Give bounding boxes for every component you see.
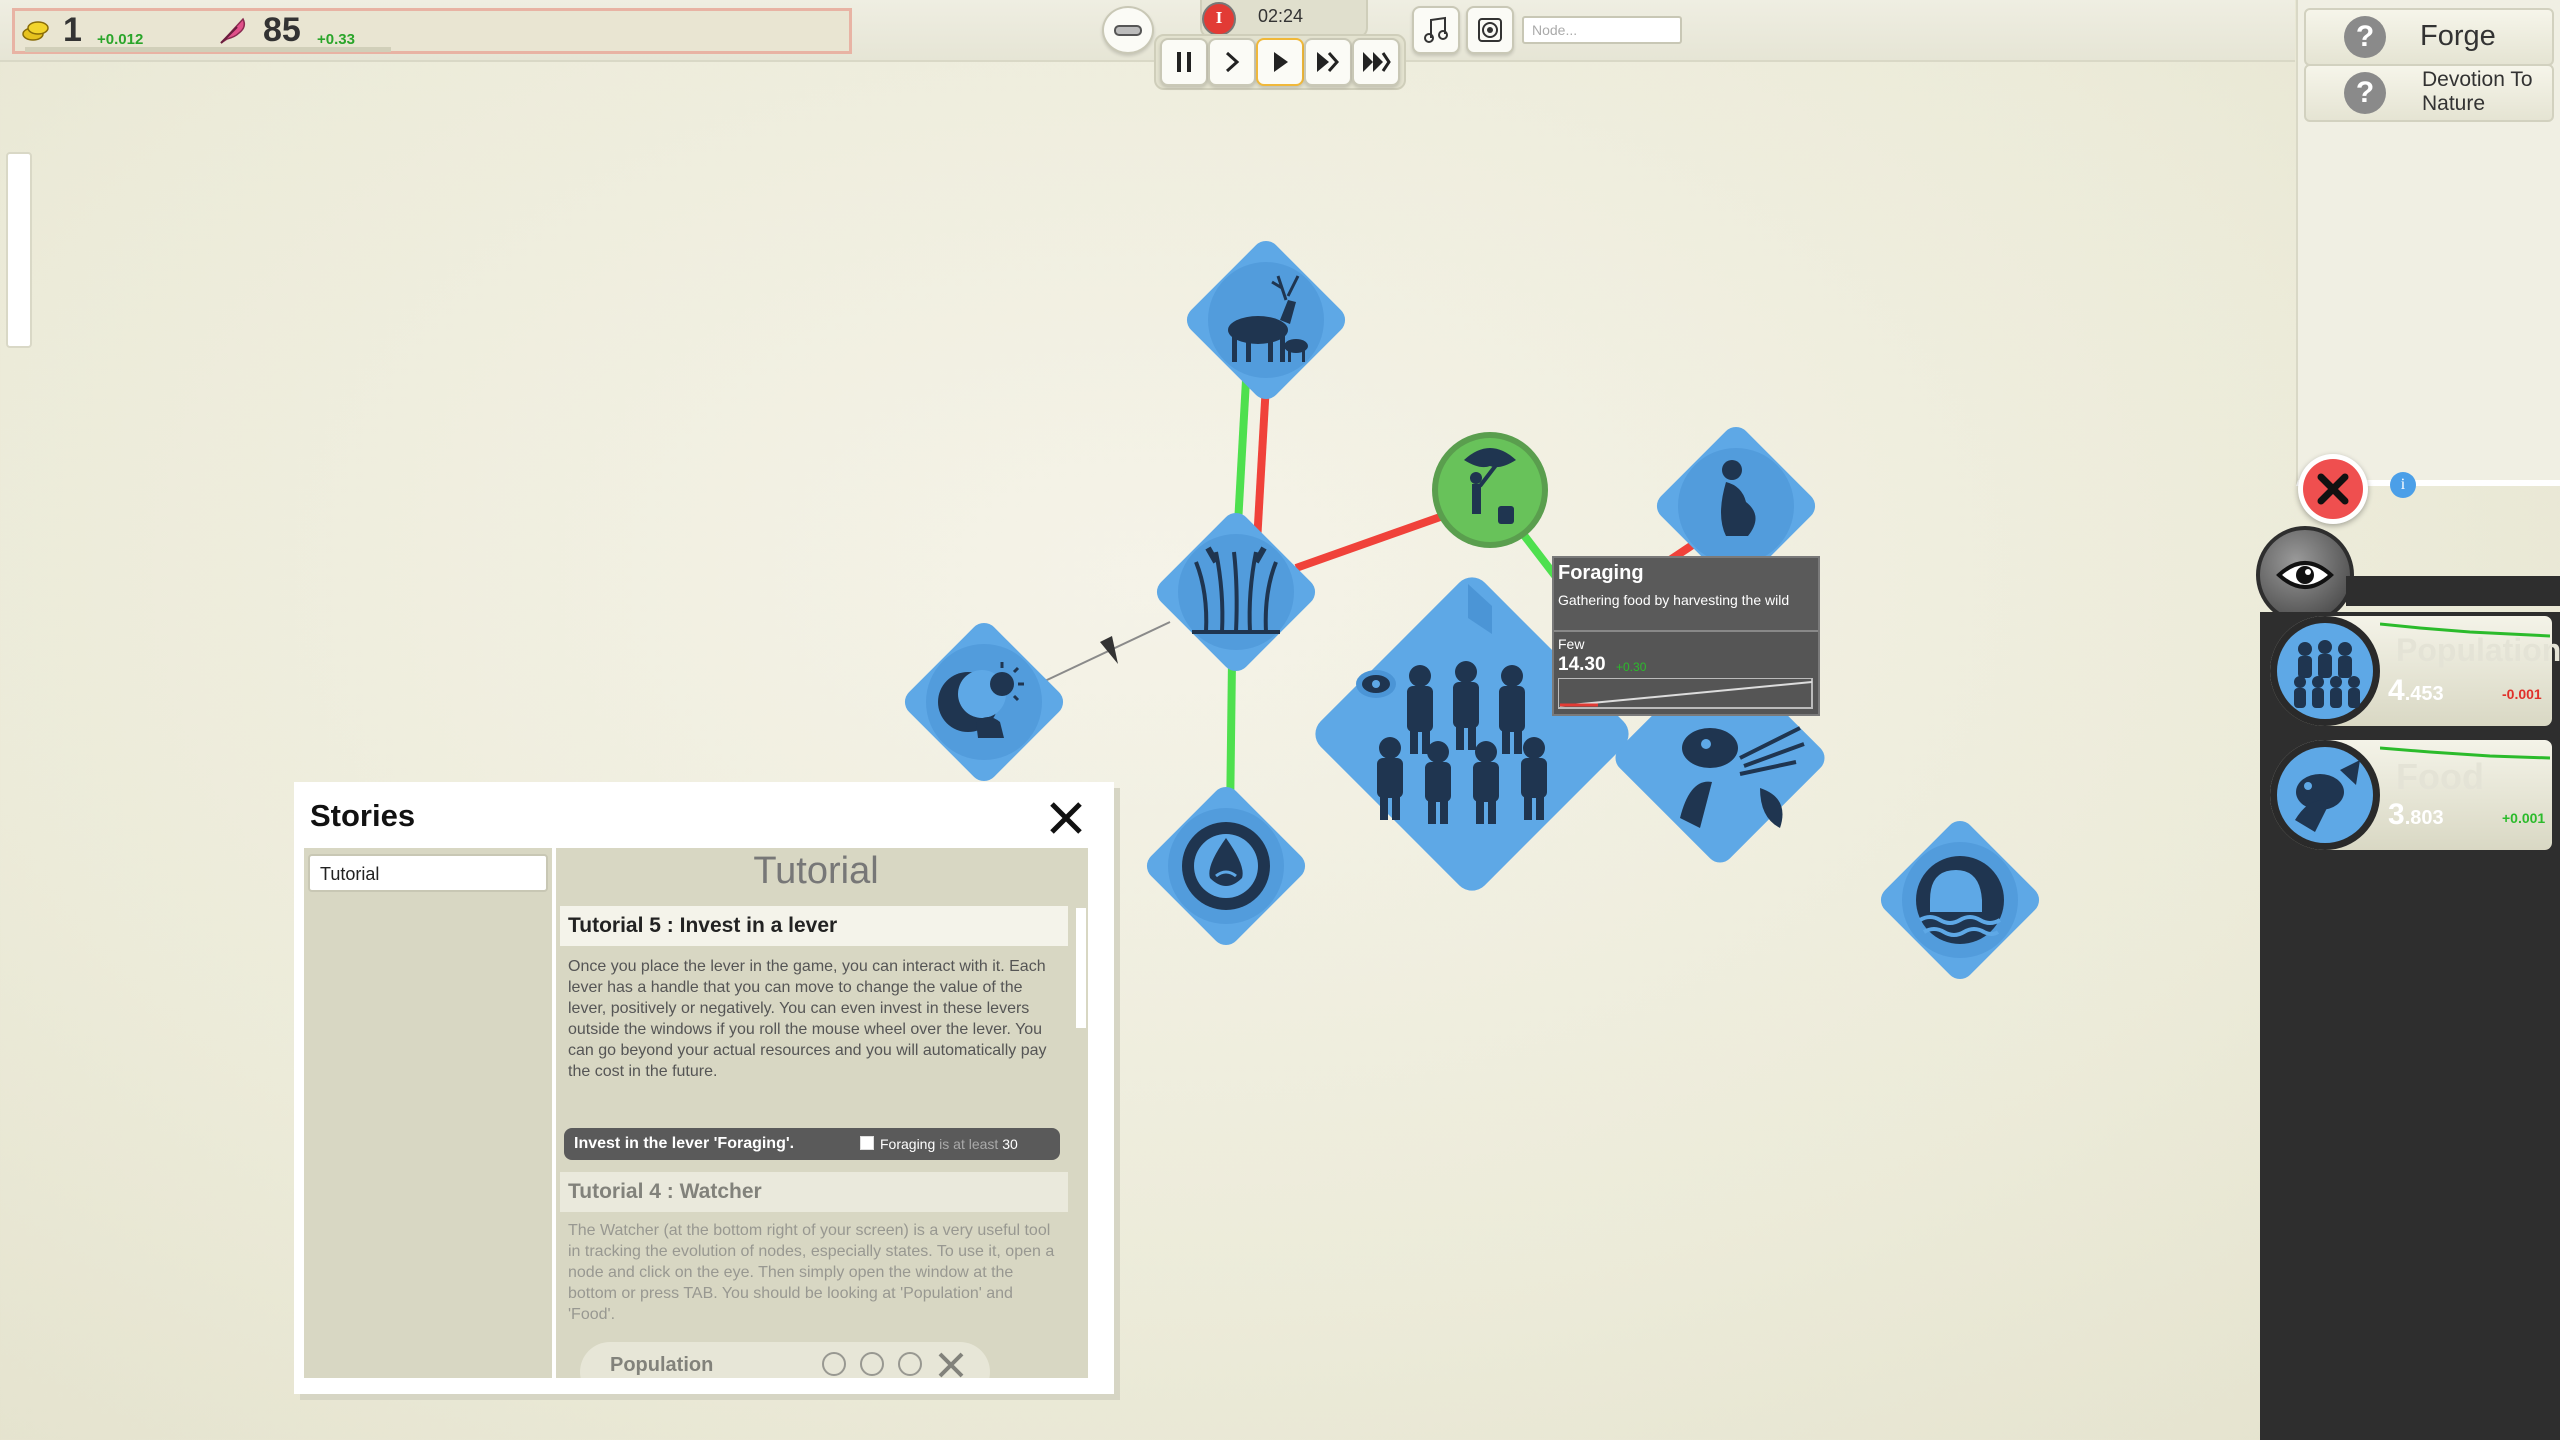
objective-text: Invest in the lever 'Foraging'. [574,1135,795,1152]
watch-eye-icon [1356,670,1396,698]
stories-window: Stories Tutorial Tutorial Tutorial 5 : I… [294,782,1114,1394]
condition-value: 30 [1002,1136,1018,1152]
story-card-tutorial-4: Tutorial 4 : Watcher The Watcher (at the… [560,1172,1068,1378]
water-drop-icon [1182,822,1270,910]
stories-scrollbar[interactable] [1076,908,1086,1028]
node-day-night[interactable] [899,617,1069,787]
tooltip-divider [1554,630,1818,632]
condition-node: Foraging [880,1136,936,1152]
preview-icons [822,1352,964,1378]
stories-content: Tutorial Tutorial 5 : Invest in a lever … [556,848,1088,1378]
card-body: Once you place the lever in the game, yo… [568,958,1047,1080]
condition-op: is at least [939,1136,999,1152]
tooltip-title: Foraging [1558,562,1644,584]
link-red [1294,506,1462,572]
watcher-preview: Population [580,1342,990,1378]
objective-checkbox [860,1136,874,1150]
node-water[interactable] [1141,781,1311,951]
stories-title: Stories [310,798,416,833]
link-neutral [1029,621,1171,689]
node-foraging-lever[interactable] [1432,432,1548,548]
stories-sidebar: Tutorial [304,848,552,1378]
foraging-tooltip: Foraging Gathering food by harvesting th… [1552,556,1820,716]
card-heading: Tutorial 4 : Watcher [568,1180,762,1203]
tooltip-graph [1558,678,1813,709]
objective-condition: Foraging is at least 30 [880,1136,1018,1152]
tooltip-delta: +0.30 [1616,660,1647,674]
node-wetland[interactable] [1151,507,1321,677]
node-wildlife[interactable] [1181,235,1351,405]
tooltip-description: Gathering food by harvesting the wild [1558,592,1790,608]
objective-bar: Invest in the lever 'Foraging'. Foraging… [564,1128,1060,1160]
tooltip-value: 14.30 [1558,654,1606,675]
node-river[interactable] [1875,815,2045,985]
content-title: Tutorial [753,850,879,892]
card-body: The Watcher (at the bottom right of your… [568,1222,1055,1323]
preview-label: Population [610,1354,714,1376]
close-icon [1050,802,1082,834]
story-card-tutorial-5: Tutorial 5 : Invest in a lever Once you … [560,906,1068,1166]
card-heading: Tutorial 5 : Invest in a lever [568,914,838,937]
stories-close-button[interactable] [1044,796,1088,840]
tooltip-level: Few [1558,636,1585,652]
shore-waves-icon [1916,856,2004,944]
sidebar-item-tutorial[interactable]: Tutorial [308,854,548,892]
link-arrow [1100,636,1118,664]
